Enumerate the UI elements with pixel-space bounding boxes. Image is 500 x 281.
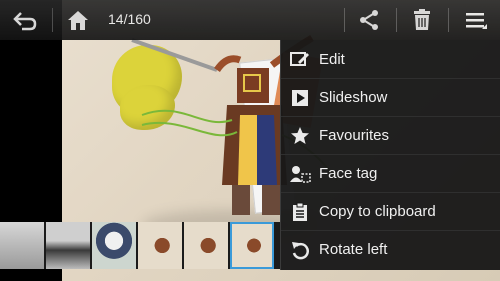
menu-item-label: Rotate left: [319, 241, 388, 258]
back-icon: [13, 12, 37, 31]
overflow-menu: Edit Slideshow Favourites Face tag Copy …: [280, 40, 500, 270]
thumbnail[interactable]: [92, 222, 136, 269]
share-icon: [360, 10, 378, 30]
delete-button[interactable]: [404, 0, 440, 40]
edit-icon: [290, 52, 309, 66]
gallery-screen: 14/160 Edit Slideshow Favourites Face ta…: [0, 0, 500, 281]
overflow-menu-button[interactable]: [456, 0, 496, 40]
action-bar: 14/160: [0, 0, 500, 40]
thumbnail[interactable]: [138, 222, 182, 269]
menu-item-slideshow[interactable]: Slideshow: [281, 78, 500, 116]
menu-item-label: Copy to clipboard: [319, 203, 436, 220]
trash-icon: [414, 9, 430, 30]
star-icon: [291, 126, 309, 144]
menu-item-label: Edit: [319, 50, 345, 68]
filmstrip[interactable]: [0, 222, 280, 269]
menu-item-label: Slideshow: [319, 89, 388, 106]
menu-item-rotate-left[interactable]: Rotate left: [281, 230, 500, 268]
slideshow-icon: [292, 89, 308, 106]
thumbnail-selected[interactable]: [230, 222, 274, 269]
rotate-left-icon: [292, 241, 309, 259]
menu-item-edit[interactable]: Edit: [281, 40, 500, 78]
photo-counter: 14/160: [108, 11, 151, 27]
menu-item-face-tag[interactable]: Face tag: [281, 154, 500, 192]
menu-item-favourites[interactable]: Favourites: [281, 116, 500, 154]
menu-item-copy-to-clipboard[interactable]: Copy to clipboard: [281, 192, 500, 230]
menu-icon: [466, 13, 487, 29]
home-button[interactable]: [60, 0, 96, 40]
clipboard-icon: [293, 202, 307, 221]
thumbnail[interactable]: [46, 222, 90, 269]
thumbnail[interactable]: [0, 222, 44, 269]
menu-item-label: Face tag: [319, 165, 378, 182]
share-button[interactable]: [352, 0, 386, 40]
menu-item-label: Favourites: [319, 127, 390, 144]
home-icon: [68, 11, 88, 30]
back-button[interactable]: [0, 0, 50, 40]
face-tag-icon: [290, 165, 311, 183]
thumbnail[interactable]: [184, 222, 228, 269]
